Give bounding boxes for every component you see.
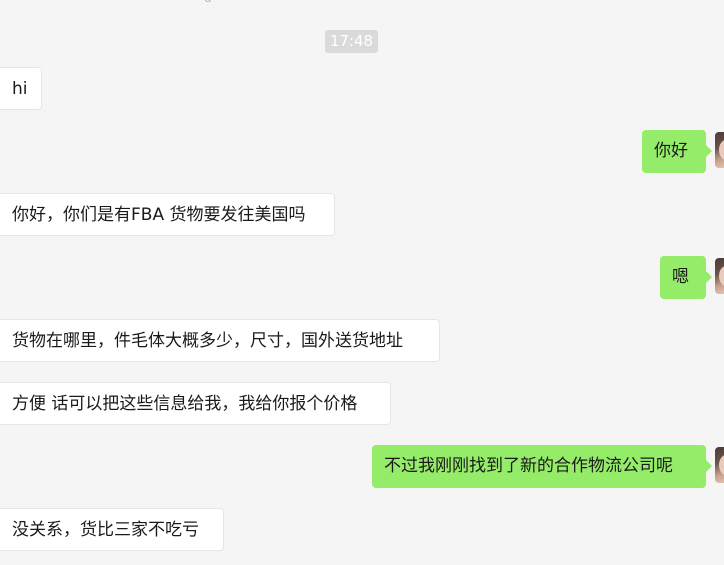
avatar-face — [719, 455, 724, 475]
sent-message-bubble[interactable]: 你好 — [642, 130, 712, 173]
message-timestamp: 17:48 — [325, 30, 378, 53]
top-cutoff-text: g — [204, 0, 228, 2]
chat-area[interactable]: g 17:48 hi 你好 你好，你们是有FBA 货物要发往美国吗 嗯 货物在哪… — [0, 0, 724, 565]
user-avatar[interactable] — [715, 447, 724, 483]
avatar-face — [719, 140, 724, 160]
received-message-bubble[interactable]: 方便 话可以把这些信息给我，我给你报个价格 — [0, 382, 391, 425]
received-message-bubble[interactable]: 货物在哪里，件毛体大概多少，尺寸，国外送货地址 — [0, 319, 440, 362]
sent-message-bubble[interactable]: 不过我刚刚找到了新的合作物流公司呢 — [372, 445, 712, 488]
sent-message-bubble[interactable]: 嗯 — [660, 256, 712, 299]
avatar-face — [719, 266, 724, 286]
received-message-bubble[interactable]: 你好，你们是有FBA 货物要发往美国吗 — [0, 193, 335, 236]
user-avatar[interactable] — [715, 258, 724, 294]
received-message-bubble[interactable]: hi — [0, 67, 42, 110]
user-avatar[interactable] — [715, 132, 724, 168]
received-message-bubble[interactable]: 没关系，货比三家不吃亏 — [0, 508, 224, 551]
